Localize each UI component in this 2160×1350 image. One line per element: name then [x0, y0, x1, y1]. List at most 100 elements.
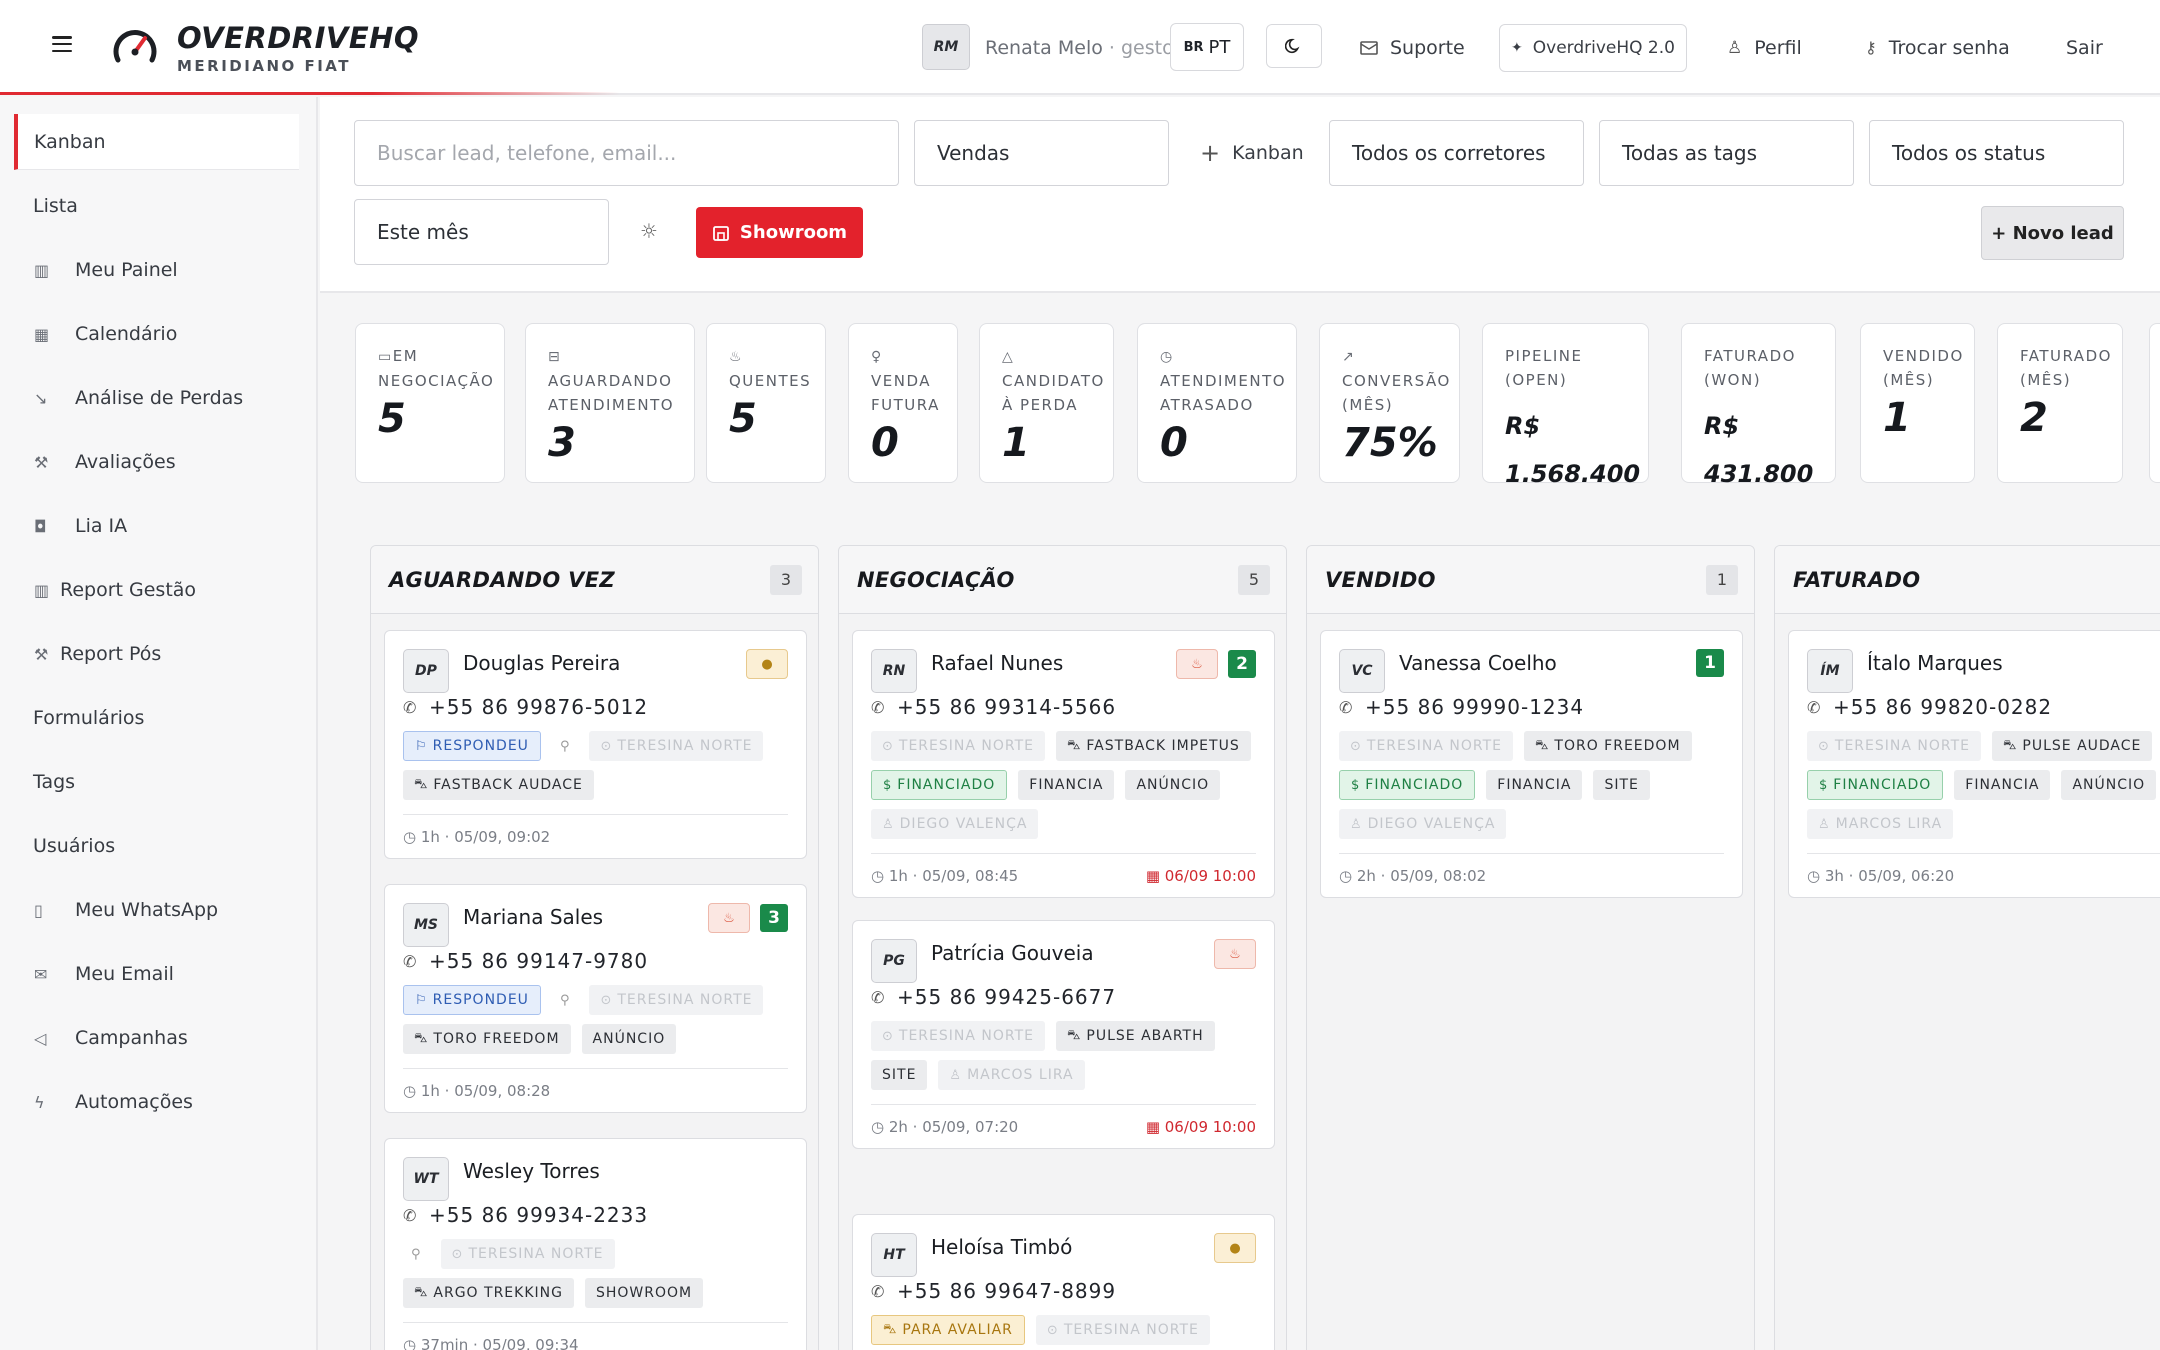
new-lead-button[interactable]: + Novo lead: [1981, 206, 2124, 260]
language-button[interactable]: BR PT: [1170, 23, 1244, 71]
lead-card[interactable]: PG Patrícia Gouveia ♨ ✆ +55 86 99425-6677 ⊙ TE…: [852, 920, 1275, 1149]
lead-card[interactable]: VC Vanessa Coelho 1 ✆ +55 86 99990-1234 ⊙ TERE…: [1320, 630, 1743, 898]
tag-chip[interactable]: ⛍ PARA AVALIAR: [871, 1315, 1025, 1345]
status-select[interactable]: Todos os status: [1869, 120, 2124, 186]
showroom-button[interactable]: Showroom: [696, 207, 863, 258]
sidebar-item-lia-ia[interactable]: ◘ Lia IA: [14, 498, 299, 554]
lead-phone[interactable]: ✆ +55 86 99147-9780: [403, 949, 788, 973]
sidebar-item-usu-rios[interactable]: Usuários: [14, 818, 299, 874]
tag-chip[interactable]: FINANCIA: [1954, 770, 2051, 800]
tag-chip[interactable]: ♙ MARCOS LIRA: [1807, 809, 1954, 839]
tag-chip[interactable]: ANÚNCIO: [1125, 770, 1221, 800]
lead-card[interactable]: HT Heloísa Timbó ● ✆ +55 86 99647-8899 ⛍ PARA …: [852, 1214, 1275, 1350]
lead-phone[interactable]: ✆ +55 86 99820-0282: [1807, 695, 2160, 719]
sidebar-item-report-p-s[interactable]: ⚒ Report Pós: [14, 626, 299, 682]
dot-icon[interactable]: ●: [746, 649, 788, 679]
tag-chip[interactable]: FINANCIA: [1486, 770, 1583, 800]
tags-select[interactable]: Todas as tags: [1599, 120, 1854, 186]
tag-chip[interactable]: ♙ MARCOS LIRA: [938, 1060, 1085, 1090]
lead-name[interactable]: Ítalo Marques: [1867, 651, 2160, 675]
tag-chip[interactable]: ⊙ TERESINA NORTE: [1035, 1315, 1210, 1345]
tag-chip[interactable]: ⚐ RESPONDEU: [403, 985, 541, 1015]
flame-icon[interactable]: ♨: [708, 903, 750, 933]
lead-phone[interactable]: ✆ +55 86 99314-5566: [871, 695, 1256, 719]
tag-chip[interactable]: ANÚNCIO: [581, 1024, 677, 1054]
tag-chip[interactable]: ⊙ TERESINA NORTE: [871, 731, 1045, 761]
lead-card[interactable]: MS Mariana Sales ♨ 3 ✆ +55 86 99147-9780 ⚐ RESP…: [384, 884, 807, 1113]
tag-chip[interactable]: SITE: [1593, 770, 1650, 800]
tag-chip[interactable]: FINANCIA: [1018, 770, 1115, 800]
tag-chip[interactable]: ⛍ PULSE ABARTH: [1056, 1021, 1215, 1051]
tag-chip[interactable]: ⛍ FASTBACK IMPETUS: [1056, 731, 1251, 761]
lead-card[interactable]: ÍM Ítalo Marques ✆ +55 86 99820-0282 ⊙ TERESI…: [1788, 630, 2160, 898]
version-button[interactable]: ✦ OverdriveHQ 2.0: [1499, 24, 1687, 72]
tag-chip[interactable]: ⊙ TERESINA NORTE: [589, 985, 764, 1015]
tag-chip[interactable]: $ FINANCIADO: [871, 770, 1008, 800]
tag-chip[interactable]: ⛍ FASTBACK AUDACE: [403, 770, 594, 800]
tag-chip[interactable]: ⛍ TORO FREEDOM: [403, 1024, 571, 1054]
tag-chip[interactable]: ⊙ TERESINA NORTE: [1339, 731, 1513, 761]
tag-chip[interactable]: ♙ DIEGO VALENÇA: [871, 809, 1039, 839]
pipeline-select[interactable]: Vendas: [914, 120, 1169, 186]
sidebar-item-an-lise-de-perdas[interactable]: ↘ Análise de Perdas: [14, 370, 299, 426]
tag-chip[interactable]: ⊙ TERESINA NORTE: [589, 731, 764, 761]
sidebar-item-report-gest-o[interactable]: ▥ Report Gestão: [14, 562, 299, 618]
lead-name[interactable]: Rafael Nunes: [931, 651, 1176, 675]
lead-name[interactable]: Vanessa Coelho: [1399, 651, 1696, 675]
tag-chip[interactable]: SHOWROOM: [584, 1278, 704, 1308]
support-link[interactable]: Suporte: [1360, 0, 1465, 95]
lead-phone[interactable]: ✆ +55 86 99990-1234: [1339, 695, 1724, 719]
tag-chip[interactable]: ⛍ ARGO TREKKING: [403, 1278, 574, 1308]
tag-chip[interactable]: ⊙ TERESINA NORTE: [1807, 731, 1981, 761]
lead-card[interactable]: WT Wesley Torres ✆ +55 86 99934-2233 ⚲ ⊙ TERES…: [384, 1138, 807, 1350]
tag-chip[interactable]: ⊙ TERESINA NORTE: [440, 1239, 615, 1269]
sidebar-item-meu-email[interactable]: ✉ Meu Email: [14, 946, 299, 1002]
sidebar-item-calend-rio[interactable]: ▦ Calendário: [14, 306, 299, 362]
tag-chip[interactable]: ⛍ TORO FREEDOM: [1524, 731, 1692, 761]
lead-phone[interactable]: ✆ +55 86 99876-5012: [403, 695, 788, 719]
tag-chip[interactable]: ⛍ PULSE AUDACE: [1992, 731, 2153, 761]
lead-card[interactable]: DP Douglas Pereira ● ✆ +55 86 99876-5012 ⚐ RES…: [384, 630, 807, 859]
lead-card[interactable]: RN Rafael Nunes ♨ 2 ✆ +55 86 99314-5566 ⊙ TERES…: [852, 630, 1275, 898]
tag-chip[interactable]: ⚐ RESPONDEU: [403, 731, 541, 761]
lead-name[interactable]: Douglas Pereira: [463, 651, 746, 675]
lead-phone[interactable]: ✆ +55 86 99647-8899: [871, 1279, 1256, 1303]
tag-chip[interactable]: $ FINANCIADO: [1339, 770, 1476, 800]
lead-phone[interactable]: ✆ +55 86 99425-6677: [871, 985, 1256, 1009]
tag-chip[interactable]: ⚲: [552, 985, 579, 1015]
sidebar-item-avalia-es[interactable]: ⚒ Avaliações: [14, 434, 299, 490]
sidebar-item-automa-es[interactable]: ϟ Automações: [14, 1074, 299, 1130]
lead-name[interactable]: Heloísa Timbó: [931, 1235, 1214, 1259]
sidebar-item-meu-whatsapp[interactable]: ▯ Meu WhatsApp: [14, 882, 299, 938]
tag-chip[interactable]: ANÚNCIO: [2061, 770, 2157, 800]
tag-chip[interactable]: ♙ DIEGO VALENÇA: [1339, 809, 1507, 839]
tag-chip[interactable]: $ FINANCIADO: [1807, 770, 1944, 800]
settings-icon[interactable]: ☼: [640, 219, 658, 243]
tag-chip[interactable]: ⚲: [403, 1239, 430, 1269]
sidebar-item-campanhas[interactable]: ◁ Campanhas: [14, 1010, 299, 1066]
add-kanban-button[interactable]: + Kanban: [1200, 120, 1304, 186]
logout-link[interactable]: Sair: [2066, 0, 2103, 95]
profile-link[interactable]: ♙ Perfil: [1727, 0, 1802, 95]
sidebar-item-lista[interactable]: Lista: [14, 178, 299, 234]
sidebar-item-kanban[interactable]: Kanban: [14, 114, 299, 170]
dark-mode-toggle[interactable]: [1266, 24, 1322, 68]
change-password-link[interactable]: ⚷ Trocar senha: [1865, 0, 2010, 95]
lead-name[interactable]: Mariana Sales: [463, 905, 708, 929]
sidebar-item-tags[interactable]: Tags: [14, 754, 299, 810]
lead-phone[interactable]: ✆ +55 86 99934-2233: [403, 1203, 788, 1227]
dot-icon[interactable]: ●: [1214, 1233, 1256, 1263]
broker-select[interactable]: Todos os corretores: [1329, 120, 1584, 186]
lead-name[interactable]: Wesley Torres: [463, 1159, 788, 1183]
lead-name[interactable]: Patrícia Gouveia: [931, 941, 1214, 965]
menu-icon[interactable]: [52, 36, 72, 52]
tag-chip[interactable]: ⚲: [552, 731, 579, 761]
sidebar-item-formul-rios[interactable]: Formulários: [14, 690, 299, 746]
sidebar-item-meu-painel[interactable]: ▥ Meu Painel: [14, 242, 299, 298]
tag-chip[interactable]: SITE: [871, 1060, 928, 1090]
search-input[interactable]: Buscar lead, telefone, email...: [354, 120, 899, 186]
tag-chip[interactable]: ⊙ TERESINA NORTE: [871, 1021, 1045, 1051]
period-select[interactable]: Este mês: [354, 199, 609, 265]
flame-icon[interactable]: ♨: [1176, 649, 1218, 679]
flame-icon[interactable]: ♨: [1214, 939, 1256, 969]
